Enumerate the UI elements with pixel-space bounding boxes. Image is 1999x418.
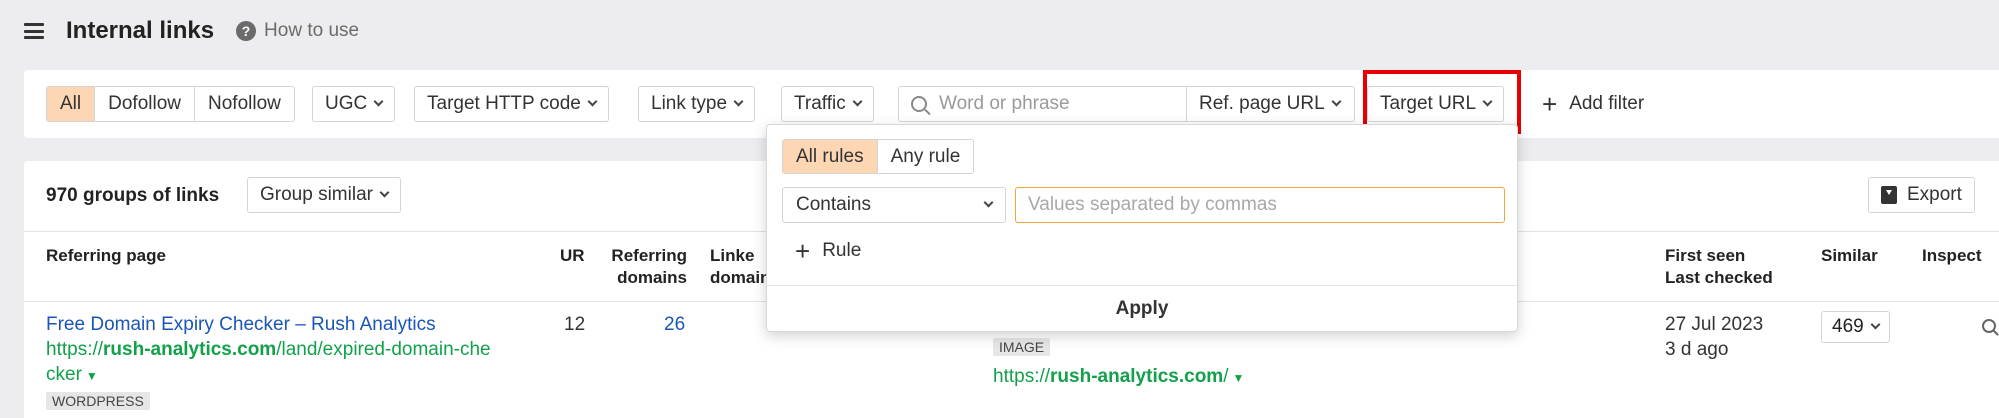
help-icon[interactable]: ? xyxy=(236,21,257,41)
chevron-down-icon xyxy=(379,187,390,198)
segment-nofollow[interactable]: Nofollow xyxy=(195,87,294,121)
col-header-ur[interactable]: UR xyxy=(560,245,585,267)
chevron-down-icon xyxy=(852,96,863,107)
platform-badge: WORDPRESS xyxy=(46,392,150,410)
operator-select[interactable]: Contains xyxy=(782,187,1006,223)
col-header-first-seen[interactable]: First seen Last checked xyxy=(1665,245,1773,289)
target-url-filter-dropdown: All rules Any rule Contains + Rule Apply xyxy=(766,124,1518,332)
col-header-first-seen-line2: Last checked xyxy=(1665,268,1773,287)
referring-domains-link[interactable]: 26 xyxy=(664,312,685,337)
page-title: Internal links xyxy=(66,17,215,44)
export-label: Export xyxy=(1907,184,1962,205)
referring-page-url[interactable]: https://rush-analytics.com/land/expired-… xyxy=(46,337,556,362)
referring-page-title-link[interactable]: Free Domain Expiry Checker – Rush Analyt… xyxy=(46,312,556,337)
search-input[interactable] xyxy=(939,93,1169,115)
chevron-down-icon xyxy=(373,96,384,107)
search-box: Ref. page URL xyxy=(898,86,1355,122)
chevron-down-icon xyxy=(1331,96,1342,107)
referring-page-url-cont[interactable]: cker ▼ xyxy=(46,362,556,389)
traffic-filter-button[interactable]: Traffic xyxy=(781,86,874,122)
add-filter-label: Add filter xyxy=(1569,93,1645,114)
values-input[interactable] xyxy=(1015,187,1505,223)
caret-down-icon[interactable]: ▼ xyxy=(86,369,98,383)
first-seen-date: 27 Jul 2023 xyxy=(1665,314,1764,335)
search-field-wrapper xyxy=(899,87,1187,121)
groups-count: 970 groups of links xyxy=(46,185,220,206)
add-filter-button[interactable]: + Add filter xyxy=(1542,86,1644,122)
link-type-filter-label: Link type xyxy=(651,93,728,114)
export-icon xyxy=(1881,186,1897,204)
rule-mode-segmented-control: All rules Any rule xyxy=(782,139,975,174)
operator-value: Contains xyxy=(796,194,871,215)
last-checked-date: 3 d ago xyxy=(1665,339,1729,360)
search-icon xyxy=(911,96,927,112)
col-header-similar[interactable]: Similar xyxy=(1821,245,1878,267)
target-http-code-filter-button[interactable]: Target HTTP code xyxy=(414,86,609,122)
apply-button[interactable]: Apply xyxy=(767,286,1517,332)
col-header-referring-domains-line2: domains xyxy=(617,268,687,287)
top-bar: Internal links ? How to use xyxy=(0,0,1999,62)
ugc-filter-label: UGC xyxy=(325,93,368,114)
url-path: / xyxy=(1223,366,1229,387)
segment-all[interactable]: All xyxy=(47,87,96,121)
group-similar-label: Group similar xyxy=(260,184,373,205)
ref-page-url-label: Ref. page URL xyxy=(1199,93,1325,114)
link-type-badge: IMAGE xyxy=(993,338,1051,356)
how-to-use-link[interactable]: How to use xyxy=(264,20,359,42)
url-prefix: https:// xyxy=(993,366,1051,387)
col-header-referring-domains[interactable]: Referring domains xyxy=(607,245,687,289)
referring-page-cell: Free Domain Expiry Checker – Rush Analyt… xyxy=(46,312,556,389)
chevron-down-icon xyxy=(983,197,994,208)
segment-any-rule[interactable]: Any rule xyxy=(878,140,974,173)
chevron-down-icon xyxy=(733,96,744,107)
ugc-filter-button[interactable]: UGC xyxy=(312,86,396,122)
segment-all-rules[interactable]: All rules xyxy=(783,140,878,173)
url-domain: rush-analytics.com xyxy=(1050,366,1224,387)
add-rule-button[interactable]: + Rule xyxy=(795,238,861,264)
url-domain: rush-analytics.com xyxy=(103,339,277,360)
add-rule-label: Rule xyxy=(822,240,862,261)
group-similar-button[interactable]: Group similar xyxy=(247,177,401,213)
link-type-filter-button[interactable]: Link type xyxy=(638,86,756,122)
ref-page-url-select[interactable]: Ref. page URL xyxy=(1187,87,1354,121)
url-path: /land/expired-domain-che xyxy=(276,339,491,360)
col-header-referring-domains-line1: Referring xyxy=(611,246,687,265)
plus-icon: + xyxy=(1542,89,1558,119)
first-seen-cell: 27 Jul 2023 3 d ago xyxy=(1665,312,1763,362)
chevron-down-icon xyxy=(587,96,598,107)
url-prefix: https:// xyxy=(46,339,104,360)
url-path-cont: cker xyxy=(46,364,82,385)
col-header-linked-domains-line1: Linke xyxy=(710,246,755,265)
link-type-segmented-control: All Dofollow Nofollow xyxy=(46,86,295,122)
inspect-icon[interactable] xyxy=(1982,319,1996,333)
chevron-down-icon xyxy=(1870,319,1881,330)
col-header-first-seen-line1: First seen xyxy=(1665,246,1746,265)
plus-icon: + xyxy=(795,236,811,266)
similar-count: 469 xyxy=(1832,316,1864,337)
traffic-filter-label: Traffic xyxy=(794,93,846,114)
segment-dofollow[interactable]: Dofollow xyxy=(95,87,195,121)
similar-count-button[interactable]: 469 xyxy=(1821,311,1890,343)
col-header-inspect: Inspect xyxy=(1922,246,1982,265)
col-header-linked-domains[interactable]: Linke domain xyxy=(710,245,770,289)
caret-down-icon[interactable]: ▼ xyxy=(1232,371,1244,385)
target-http-code-filter-label: Target HTTP code xyxy=(427,93,581,114)
col-header-referring-page[interactable]: Referring page xyxy=(46,245,166,267)
ur-value: 12 xyxy=(564,314,586,335)
menu-icon[interactable] xyxy=(24,23,44,39)
target-url-link[interactable]: https://rush-analytics.com/▼ xyxy=(993,364,1244,391)
col-header-linked-domains-line2: domain xyxy=(710,268,771,287)
export-button[interactable]: Export xyxy=(1868,177,1975,213)
